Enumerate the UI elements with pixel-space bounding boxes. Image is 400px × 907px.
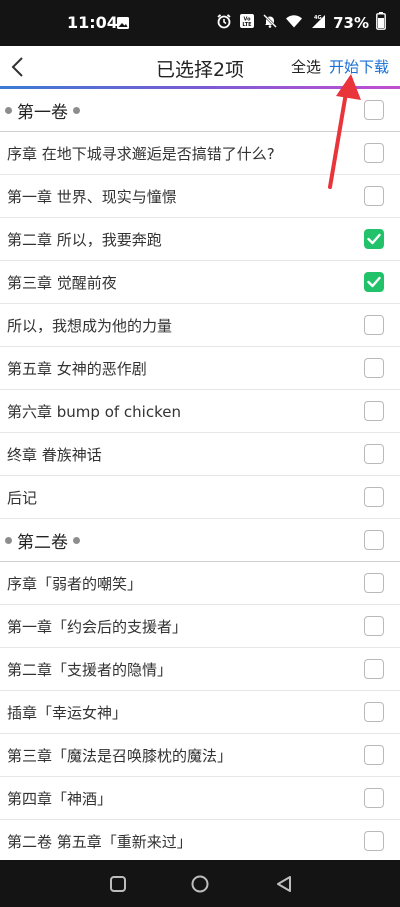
back-button[interactable] xyxy=(4,50,32,84)
select-all-button[interactable]: 全选 xyxy=(291,56,321,77)
chapter-label: 第五章 女神的恶作剧 xyxy=(7,359,147,378)
check-icon xyxy=(367,276,381,288)
chapter-row[interactable]: 第二章「支援者的隐情」 xyxy=(0,648,400,691)
start-download-button[interactable]: 开始下载 xyxy=(329,56,389,77)
chapter-label: 序章「弱者的嘲笑」 xyxy=(7,574,143,593)
checkbox[interactable] xyxy=(364,358,384,378)
svg-text:LTE: LTE xyxy=(243,22,253,28)
chapter-row[interactable]: 终章 眷族神话 xyxy=(0,433,400,476)
status-time: 11:04 xyxy=(67,13,118,32)
bullet-dot-icon xyxy=(73,106,80,114)
chapter-row[interactable]: 第三章「魔法是召唤膝枕的魔法」 xyxy=(0,734,400,777)
checkbox-checked[interactable] xyxy=(364,272,384,292)
chapter-list: 第一卷序章 在地下城寻求邂逅是否搞错了什么? 第一章 世界、现实与憧憬 第二章 所以… xyxy=(0,89,400,863)
chapter-label: 第二卷 第五章「重新来过」 xyxy=(7,832,192,851)
chapter-label: 第六章 bump of chicken xyxy=(7,402,181,421)
chapter-row[interactable]: 第二卷 第五章「重新来过」 xyxy=(0,820,400,863)
home-button[interactable] xyxy=(190,874,210,894)
checkbox[interactable] xyxy=(364,444,384,464)
chapter-label: 第三章「魔法是召唤膝枕的魔法」 xyxy=(7,746,233,765)
chapter-label: 所以，我想成为他的力量 xyxy=(7,316,173,335)
chapter-label: 第一章 世界、现实与憧憬 xyxy=(7,187,177,206)
chapter-label: 第一章「约会后的支援者」 xyxy=(7,617,188,636)
signal-4g-icon: 4G xyxy=(310,13,326,33)
status-icons: Vo LTE 4G 73% xyxy=(216,12,386,34)
bullet-dot-icon xyxy=(5,536,12,544)
wifi-icon xyxy=(285,13,303,33)
chapter-row[interactable]: 第六章 bump of chicken xyxy=(0,390,400,433)
chapter-row[interactable]: 第三章 觉醒前夜 xyxy=(0,261,400,304)
checkbox[interactable] xyxy=(364,100,384,120)
checkbox[interactable] xyxy=(364,487,384,507)
checkbox[interactable] xyxy=(364,143,384,163)
volume-header-row[interactable]: 第二卷 xyxy=(0,519,400,562)
chapter-label: 第二章 所以，我要奔跑 xyxy=(7,230,162,249)
chapter-row[interactable]: 第四章「神酒」 xyxy=(0,777,400,820)
chapter-row[interactable]: 序章 在地下城寻求邂逅是否搞错了什么? xyxy=(0,132,400,175)
chapter-row[interactable]: 第一章 世界、现实与憧憬 xyxy=(0,175,400,218)
chapter-row[interactable]: 序章「弱者的嘲笑」 xyxy=(0,562,400,605)
checkbox[interactable] xyxy=(364,745,384,765)
battery-percent: 73% xyxy=(333,14,369,32)
chapter-row[interactable]: 后记 xyxy=(0,476,400,519)
alarm-icon xyxy=(216,13,232,33)
volume-title: 第一卷 xyxy=(5,98,80,123)
bullet-dot-icon xyxy=(5,106,12,114)
bullet-dot-icon xyxy=(73,536,80,544)
check-icon xyxy=(367,233,381,245)
checkbox[interactable] xyxy=(364,401,384,421)
system-nav-bar xyxy=(0,860,400,907)
volume-label: 第二卷 xyxy=(17,532,68,553)
chapter-label: 序章 在地下城寻求邂逅是否搞错了什么? xyxy=(7,144,275,163)
chapter-label: 插章「幸运女神」 xyxy=(7,703,128,722)
battery-icon xyxy=(376,12,386,34)
mute-bell-icon xyxy=(262,13,278,33)
checkbox[interactable] xyxy=(364,530,384,550)
gallery-notification-icon xyxy=(116,15,130,34)
checkbox-checked[interactable] xyxy=(364,229,384,249)
checkbox[interactable] xyxy=(364,315,384,335)
volume-label: 第一卷 xyxy=(17,102,68,123)
checkbox[interactable] xyxy=(364,702,384,722)
chevron-left-icon xyxy=(11,57,23,77)
recent-apps-button[interactable] xyxy=(108,874,128,894)
checkbox[interactable] xyxy=(364,831,384,851)
chapter-row[interactable]: 第二章 所以，我要奔跑 xyxy=(0,218,400,261)
chapter-label: 后记 xyxy=(7,488,38,507)
svg-text:4G: 4G xyxy=(314,15,322,21)
volume-header-row[interactable]: 第一卷 xyxy=(0,89,400,132)
header: 已选择2项 全选 开始下载 xyxy=(0,46,400,88)
chapter-label: 终章 眷族神话 xyxy=(7,445,102,464)
volume-title: 第二卷 xyxy=(5,528,80,553)
chapter-label: 第二章「支援者的隐情」 xyxy=(7,660,173,679)
volte-icon: Vo LTE xyxy=(239,13,255,33)
chapter-row[interactable]: 所以，我想成为他的力量 xyxy=(0,304,400,347)
chapter-row[interactable]: 第五章 女神的恶作剧 xyxy=(0,347,400,390)
back-nav-button[interactable] xyxy=(274,874,294,894)
checkbox[interactable] xyxy=(364,616,384,636)
status-bar: 11:04 Vo LTE 4G 73% xyxy=(0,0,400,46)
chapter-row[interactable]: 第一章「约会后的支援者」 xyxy=(0,605,400,648)
checkbox[interactable] xyxy=(364,659,384,679)
chapter-label: 第四章「神酒」 xyxy=(7,789,113,808)
checkbox[interactable] xyxy=(364,186,384,206)
chapter-label: 第三章 觉醒前夜 xyxy=(7,273,117,292)
chapter-row[interactable]: 插章「幸运女神」 xyxy=(0,691,400,734)
checkbox[interactable] xyxy=(364,788,384,808)
checkbox[interactable] xyxy=(364,573,384,593)
